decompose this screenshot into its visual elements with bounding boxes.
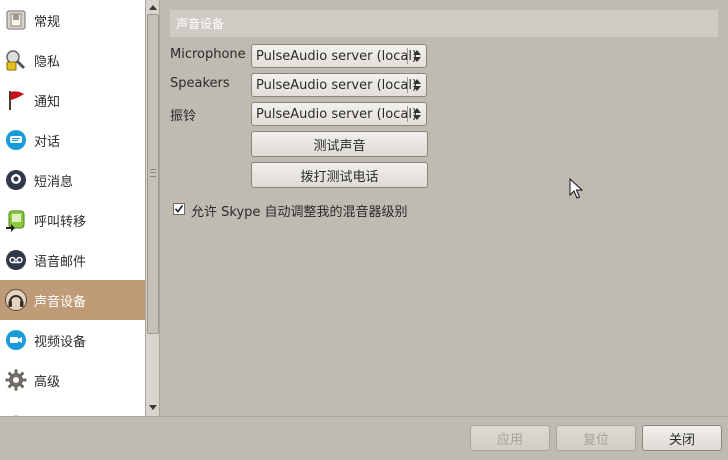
switch-icon [4, 8, 28, 32]
voicemail-icon [4, 248, 28, 272]
sidebar-item-label: 常规 [34, 14, 61, 30]
sidebar-item-label: 语音邮件 [34, 254, 87, 270]
microphone-value: PulseAudio server (local) [256, 48, 418, 64]
ringing-label: 振铃 [170, 109, 197, 124]
privacy-icon [4, 48, 28, 72]
sidebar-item-label: 短消息 [34, 174, 74, 190]
sidebar-item-label: 声音设备 [34, 294, 87, 310]
speakers-label: Speakers [170, 76, 230, 91]
speakers-select[interactable]: PulseAudio server (local) [251, 73, 427, 97]
flag-icon [4, 88, 28, 112]
gear-icon [4, 368, 28, 392]
sidebar-item-sound-devices[interactable]: 声音设备 [0, 280, 145, 320]
scrollbar-thumb[interactable] [147, 14, 159, 334]
close-button[interactable]: 关闭 [642, 425, 722, 451]
apply-button[interactable]: 应用 [470, 425, 550, 451]
sidebar-item-general[interactable]: 常规 [0, 0, 145, 40]
video-icon [4, 328, 28, 352]
footer-divider [0, 416, 728, 417]
checkmark-icon [174, 205, 184, 213]
microphone-label: Microphone [170, 47, 246, 62]
sidebar-item-privacy[interactable]: 隐私 [0, 40, 145, 80]
scroll-down-arrow-icon[interactable] [147, 402, 159, 414]
sidebar-item-label: 高级 [34, 374, 61, 390]
grip-icon [150, 169, 156, 177]
chat-icon [4, 128, 28, 152]
sidebar-item-call-forwarding[interactable]: 呼叫转移 [0, 200, 145, 240]
mouse-cursor-icon [569, 178, 583, 199]
sidebar-item-sms[interactable]: 短消息 [0, 160, 145, 200]
microphone-select[interactable]: PulseAudio server (local) [251, 44, 427, 68]
call-forward-icon [4, 208, 28, 232]
settings-sidebar: 常规 隐私 通知 对话 短消息 呼叫转移 语音邮件 声音设备 视频设备 高级 [0, 0, 145, 416]
spinner-arrows-icon [413, 50, 421, 62]
section-title: 声音设备 [170, 10, 718, 37]
auto-adjust-mixer-checkbox[interactable] [173, 203, 185, 215]
sidebar-item-chat[interactable]: 对话 [0, 120, 145, 160]
ringing-value: PulseAudio server (local) [256, 106, 418, 122]
sidebar-item-notifications[interactable]: 通知 [0, 80, 145, 120]
scroll-up-arrow-icon[interactable] [147, 1, 159, 13]
sidebar-item-video-devices[interactable]: 视频设备 [0, 320, 145, 360]
sidebar-item-partial[interactable] [0, 400, 145, 416]
ringing-select[interactable]: PulseAudio server (local) [251, 102, 427, 126]
sidebar-item-label: 视频设备 [34, 334, 87, 350]
sidebar-item-label: 隐私 [34, 54, 61, 70]
sidebar-item-voicemail[interactable]: 语音邮件 [0, 240, 145, 280]
sidebar-item-advanced[interactable]: 高级 [0, 360, 145, 400]
sidebar-item-label: 对话 [34, 134, 61, 150]
spinner-arrows-icon [413, 108, 421, 120]
reset-button[interactable]: 复位 [556, 425, 636, 451]
sidebar-item-label: 呼叫转移 [34, 214, 87, 230]
speakers-value: PulseAudio server (local) [256, 77, 418, 93]
test-call-button[interactable]: 拨打测试电话 [251, 162, 428, 188]
test-sound-button[interactable]: 测试声音 [251, 131, 428, 157]
sidebar-item-label: 通知 [34, 94, 61, 110]
sidebar-scrollbar[interactable] [145, 0, 160, 416]
auto-adjust-mixer-label: 允许 Skype 自动调整我的混音器级别 [191, 205, 408, 220]
sms-icon [4, 168, 28, 192]
spinner-arrows-icon [413, 79, 421, 91]
headset-icon [4, 288, 28, 312]
partial-item-icon [4, 408, 28, 416]
